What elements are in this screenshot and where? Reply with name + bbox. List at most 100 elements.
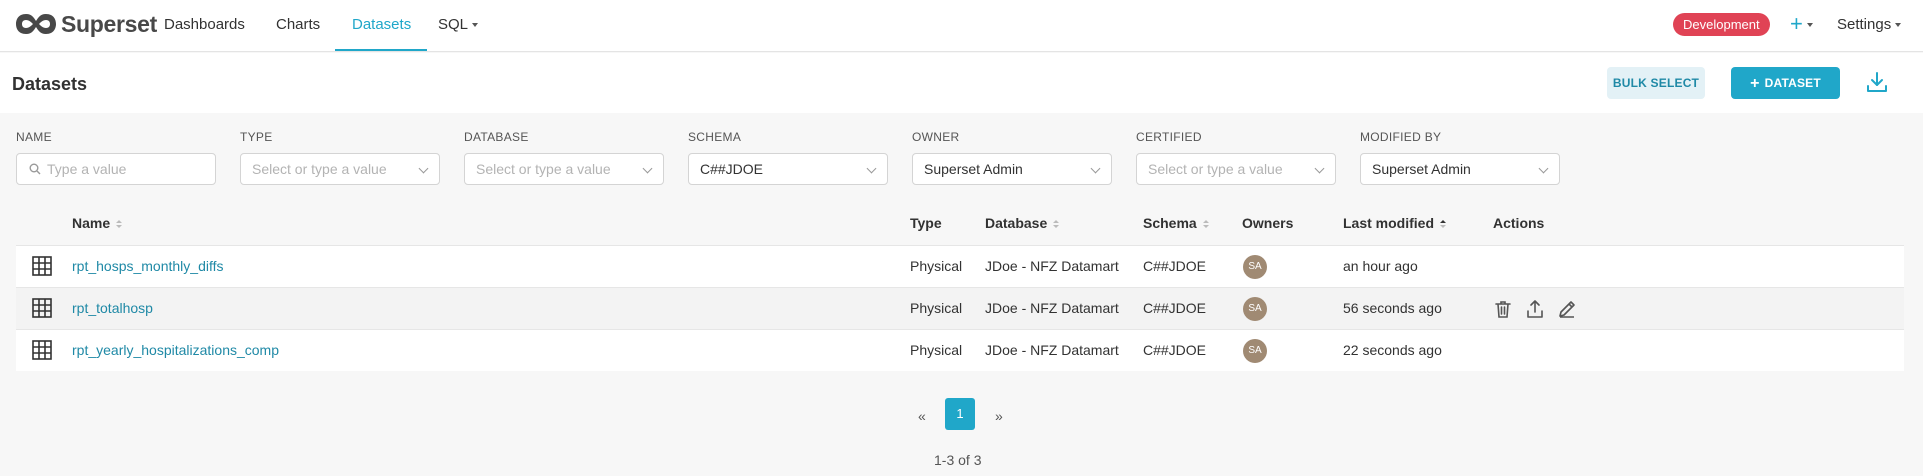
page-title: Datasets (12, 74, 88, 94)
top-navbar: Superset Dashboards Charts Datasets SQL … (0, 0, 1923, 52)
filter-label: MODIFIED BY (1360, 130, 1442, 144)
settings-menu[interactable]: Settings (1837, 16, 1902, 33)
sort-icon (116, 220, 123, 228)
dataset-last-modified: 56 seconds ago (1343, 300, 1442, 316)
table-row: rpt_totalhosp Physical JDoe - NFZ Datama… (16, 287, 1904, 329)
chevron-down-icon (866, 163, 877, 174)
nav-sql-menu[interactable]: SQL (438, 16, 479, 33)
filter-label: SCHEMA (688, 130, 742, 144)
schema-select[interactable]: C##JDOE (688, 153, 888, 185)
table-row: rpt_yearly_hospitalizations_comp Physica… (16, 329, 1904, 371)
avatar[interactable]: SA (1243, 339, 1267, 363)
column-header-owners: Owners (1242, 215, 1294, 231)
chevron-down-icon (1090, 163, 1101, 174)
dataset-database: JDoe - NFZ Datamart (985, 300, 1119, 316)
chevron-down-icon (1314, 163, 1325, 174)
dataset-schema: C##JDOE (1143, 258, 1207, 274)
table-header: Name Type Database Schema Owners Last mo… (16, 200, 1904, 245)
certified-select-placeholder: Select or type a value (1148, 161, 1283, 177)
trash-icon[interactable] (1493, 299, 1513, 319)
chevron-down-icon (1538, 163, 1549, 174)
dataset-last-modified: an hour ago (1343, 258, 1418, 274)
avatar[interactable]: SA (1243, 255, 1267, 279)
filter-name: NAME Type a value (16, 130, 216, 185)
sort-asc-icon (1440, 220, 1447, 228)
caret-down-icon (1806, 23, 1813, 28)
new-item-menu[interactable]: + (1790, 12, 1813, 36)
chevron-down-icon (642, 163, 653, 174)
modified-by-select-value: Superset Admin (1372, 161, 1471, 177)
column-header-schema[interactable]: Schema (1143, 215, 1210, 231)
nav-datasets[interactable]: Datasets (352, 16, 411, 33)
pagination-next[interactable]: » (995, 408, 1003, 424)
certified-select[interactable]: Select or type a value (1136, 153, 1336, 185)
dataset-name-link[interactable]: rpt_hosps_monthly_diffs (72, 258, 224, 274)
nav-charts[interactable]: Charts (276, 16, 320, 33)
owner-select[interactable]: Superset Admin (912, 153, 1112, 185)
column-header-label: Database (985, 215, 1048, 231)
export-icon[interactable] (1525, 299, 1545, 319)
database-select-placeholder: Select or type a value (476, 161, 611, 177)
filter-schema: SCHEMA C##JDOE (688, 130, 888, 185)
column-header-name[interactable]: Name (72, 215, 123, 231)
caret-down-icon (472, 23, 479, 28)
dataset-schema: C##JDOE (1143, 300, 1207, 316)
bulk-select-button[interactable]: BULK SELECT (1607, 67, 1705, 99)
avatar[interactable]: SA (1243, 297, 1267, 321)
dataset-last-modified: 22 seconds ago (1343, 342, 1442, 358)
edit-icon[interactable] (1557, 299, 1577, 319)
column-header-label: Schema (1143, 215, 1197, 231)
type-select-placeholder: Select or type a value (252, 161, 387, 177)
column-header-label: Last modified (1343, 215, 1435, 231)
datasets-table: Name Type Database Schema Owners Last mo… (16, 200, 1904, 371)
nav-sql-label: SQL (438, 16, 469, 33)
dataset-grid-icon (32, 298, 52, 318)
dataset-name-link[interactable]: rpt_yearly_hospitalizations_comp (72, 342, 279, 358)
pagination-count: 1-3 of 3 (934, 452, 982, 468)
dataset-type: Physical (910, 342, 963, 358)
filter-certified: CERTIFIED Select or type a value (1136, 130, 1336, 185)
table-row: rpt_hosps_monthly_diffs Physical JDoe - … (16, 245, 1904, 287)
brand-logo[interactable]: Superset (15, 10, 157, 38)
superset-logo-icon (16, 14, 56, 34)
download-icon[interactable] (1865, 70, 1889, 94)
pagination-prev[interactable]: « (918, 408, 926, 424)
filter-label: CERTIFIED (1136, 130, 1202, 144)
column-header-last-modified[interactable]: Last modified (1343, 215, 1447, 231)
sort-icon (1202, 220, 1209, 228)
chevron-down-icon (418, 163, 429, 174)
dataset-grid-icon (32, 340, 52, 360)
dataset-database: JDoe - NFZ Datamart (985, 342, 1119, 358)
type-select[interactable]: Select or type a value (240, 153, 440, 185)
filter-type: TYPE Select or type a value (240, 130, 440, 185)
modified-by-select[interactable]: Superset Admin (1360, 153, 1560, 185)
nav-dashboards[interactable]: Dashboards (164, 16, 245, 33)
name-search-input[interactable]: Type a value (16, 153, 216, 185)
column-header-actions: Actions (1493, 215, 1545, 231)
plus-icon: + (1750, 75, 1760, 92)
dataset-grid-icon (32, 256, 52, 276)
schema-select-value: C##JDOE (700, 161, 764, 177)
dataset-type: Physical (910, 258, 963, 274)
page-header: Datasets BULK SELECT + DATASET (0, 53, 1923, 113)
caret-down-icon (1895, 23, 1902, 28)
add-dataset-button[interactable]: + DATASET (1731, 67, 1840, 99)
filter-modified-by: MODIFIED BY Superset Admin (1360, 130, 1560, 185)
environment-badge: Development (1673, 13, 1770, 36)
filter-label: OWNER (912, 130, 960, 144)
filter-label: DATABASE (464, 130, 529, 144)
column-header-database[interactable]: Database (985, 215, 1060, 231)
pagination-page-current[interactable]: 1 (945, 398, 975, 430)
search-icon (29, 163, 41, 175)
dataset-type: Physical (910, 300, 963, 316)
database-select[interactable]: Select or type a value (464, 153, 664, 185)
dataset-name-link[interactable]: rpt_totalhosp (72, 300, 153, 316)
filter-database: DATABASE Select or type a value (464, 130, 664, 185)
add-dataset-label: DATASET (1764, 76, 1821, 90)
active-tab-indicator (335, 49, 427, 51)
plus-icon: + (1790, 11, 1803, 36)
sort-icon (1053, 220, 1060, 228)
settings-label: Settings (1837, 16, 1892, 33)
filter-owner: OWNER Superset Admin (912, 130, 1112, 185)
name-search-placeholder: Type a value (47, 161, 127, 177)
